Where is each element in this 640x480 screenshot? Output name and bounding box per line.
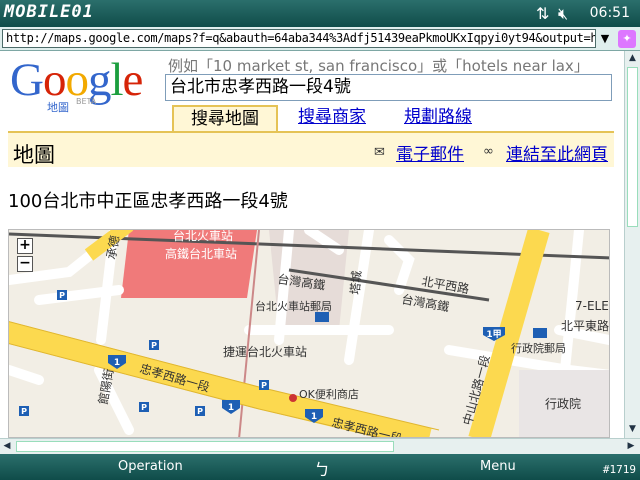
post-office-icon [315, 312, 329, 322]
address-bar: http://maps.google.com/maps?f=q&abauth=6… [0, 27, 640, 51]
input-method-icon[interactable]: ㄅ [314, 456, 330, 480]
favorites-icon[interactable]: ✦ [618, 30, 636, 48]
brand-logo: MOBILE01 [4, 2, 94, 22]
map-label-ok-store: OK便利商店 [299, 387, 359, 401]
svg-text:P: P [261, 381, 267, 390]
url-input[interactable]: http://maps.google.com/maps?f=q&abauth=6… [2, 29, 596, 48]
clock[interactable]: 06:51 [590, 5, 630, 21]
scroll-right-icon[interactable]: ▶ [624, 439, 638, 454]
tab-search-business[interactable]: 搜尋商家 [298, 105, 366, 131]
map-label-station-top: 台北火車站 [173, 230, 233, 243]
map-label-route-1a: 1 [114, 358, 120, 368]
svg-text:P: P [21, 407, 27, 416]
horizontal-scrollbar[interactable]: ◀ ▶ [0, 438, 640, 454]
web-content: Google 地圖 BETA 例如「10 market st, san fran… [0, 51, 624, 438]
vertical-scrollbar[interactable]: ▲ ▼ [624, 51, 640, 438]
map-canvas[interactable]: 1 1 1 1甲 台北火車站 高鐵台北車站 台灣高鐵 台灣高鐵 北平西路 北平東… [9, 230, 610, 438]
horizontal-scroll-thumb[interactable] [16, 441, 394, 452]
tab-search-maps[interactable]: 搜尋地圖 [172, 105, 278, 131]
speaker-muted-icon[interactable]: 🔇︎ [558, 4, 568, 24]
url-dropdown-icon[interactable]: ▼ [598, 30, 612, 47]
connectivity-icon[interactable]: ⇅ [536, 4, 549, 23]
link-to-page[interactable]: 連結至此網頁 [506, 140, 608, 165]
map-header: 地圖 ✉ 電子郵件 ∞ 連結至此網頁 [8, 131, 614, 167]
map-label-taiyuan: 塔城 [348, 270, 364, 295]
svg-text:P: P [151, 341, 157, 350]
post-office-icon [533, 328, 547, 338]
link-icon[interactable]: ∞ [483, 144, 494, 159]
map-label-exec-post: 行政院郵局 [511, 341, 566, 355]
map-label-route-1b: 1 [228, 403, 234, 413]
zoom-in-button[interactable]: + [17, 238, 33, 254]
search-tabs: 搜尋地圖 搜尋商家 規劃路線 [0, 103, 624, 133]
map-view[interactable]: 1 1 1 1甲 台北火車站 高鐵台北車站 台灣高鐵 台灣高鐵 北平西路 北平東… [8, 229, 610, 438]
map-label-seven: 7-ELE [575, 299, 609, 313]
email-icon[interactable]: ✉ [374, 145, 385, 160]
scroll-up-icon[interactable]: ▲ [625, 51, 640, 65]
map-label-route-jia: 1甲 [486, 329, 501, 340]
map-label-executive: 行政院 [545, 397, 581, 411]
scroll-down-icon[interactable]: ▼ [625, 422, 640, 436]
search-input[interactable]: 台北市忠孝西路一段4號 [165, 74, 612, 101]
operation-softkey[interactable]: Operation [118, 459, 183, 474]
svg-text:P: P [197, 407, 203, 416]
tab-directions[interactable]: 規劃路線 [404, 105, 472, 131]
map-label-hsr-station: 高鐵台北車站 [165, 246, 237, 261]
vertical-scroll-thumb[interactable] [627, 67, 638, 227]
title-bar: MOBILE01 ⇅ 🔇︎ 06:51 [0, 0, 640, 27]
map-label-route-1c: 1 [311, 412, 317, 422]
result-address: 100台北市中正區忠孝西路一段4號 [8, 191, 288, 212]
softkey-bar: Operation ㄅ Menu #1719 [0, 454, 640, 480]
svg-text:P: P [59, 291, 65, 300]
svg-text:P: P [141, 403, 147, 412]
scroll-left-icon[interactable]: ◀ [0, 439, 14, 454]
email-link[interactable]: 電子郵件 [396, 140, 464, 165]
map-label-mrt: 捷運台北火車站 [223, 344, 307, 359]
store-icon [289, 394, 297, 402]
map-label-beiping-e: 北平東路 [561, 318, 609, 333]
menu-softkey[interactable]: Menu [480, 459, 516, 474]
map-title: 地圖 [13, 143, 55, 167]
search-hint: 例如「10 market st, san francisco」或「hotels … [168, 57, 589, 75]
map-label-station-post: 台北火車站郵局 [255, 299, 332, 313]
zoom-out-button[interactable]: − [17, 256, 33, 272]
build-number: #1719 [602, 463, 636, 476]
